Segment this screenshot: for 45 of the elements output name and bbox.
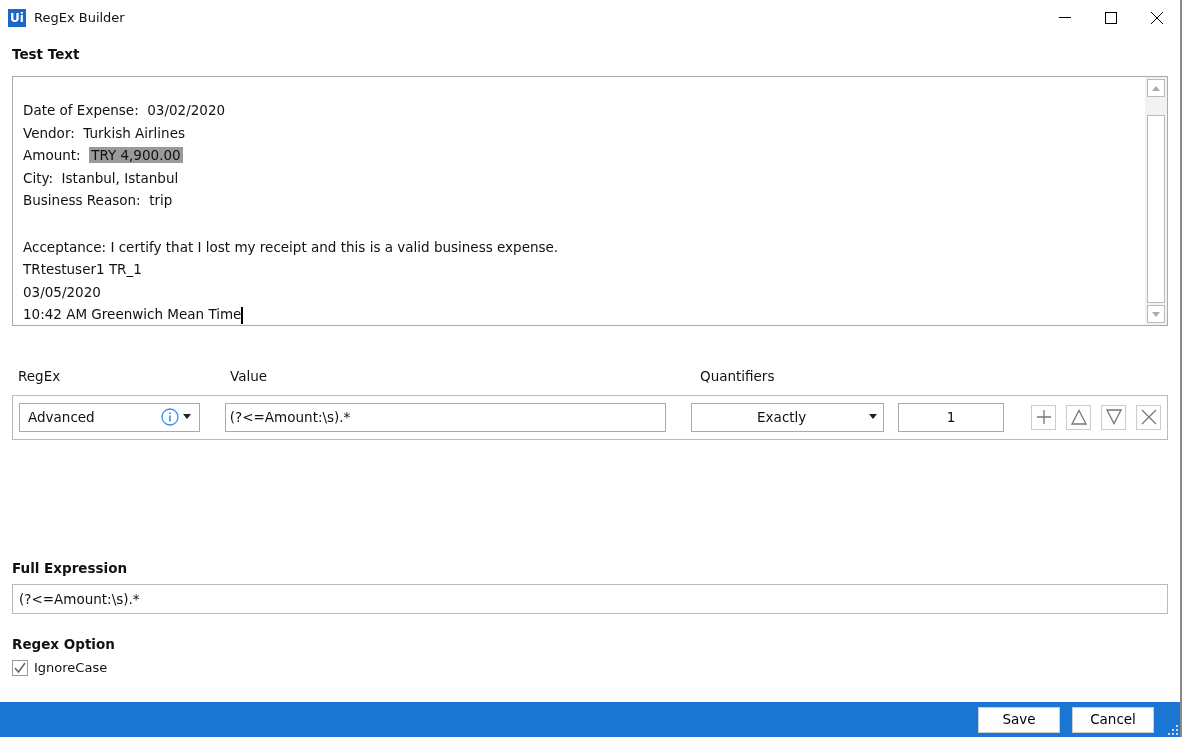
triangle-up-icon	[1070, 409, 1087, 425]
count-field[interactable]: 1	[898, 402, 1004, 432]
remove-button[interactable]	[1136, 404, 1161, 430]
window-title: RegEx Builder	[34, 9, 125, 28]
move-down-button[interactable]	[1101, 404, 1126, 430]
full-expression-field[interactable]: (?<=Amount:\s).*	[12, 583, 1168, 614]
info-icon[interactable]	[160, 408, 179, 426]
scroll-up-icon	[1152, 85, 1160, 91]
minimize-icon	[1059, 17, 1071, 19]
column-header: RegEx	[18, 368, 61, 385]
text-line: Acceptance: I certify that I lost my receipt and this is a valid business expense.	[23, 237, 560, 257]
text-line: 10:42 AM Greenwich Mean Time	[23, 305, 245, 326]
column-header: Value	[230, 368, 268, 385]
text-line: City: Istanbul, Istanbul	[23, 168, 180, 188]
plus-icon	[1035, 409, 1052, 425]
cancel-button[interactable]: Cancel	[1072, 706, 1154, 733]
test-text-area[interactable]	[12, 76, 1168, 327]
section-label: Full Expression	[12, 558, 129, 578]
close-icon	[1140, 409, 1157, 425]
scrollbar[interactable]	[1145, 77, 1167, 326]
text-line: Vendor: Turkish Airlines	[23, 123, 186, 143]
text-line: Amount: TRY 4,900.00	[23, 146, 184, 166]
triangle-down-icon	[1105, 409, 1122, 425]
save-button[interactable]: Save	[978, 706, 1060, 733]
column-header: Quantifiers	[700, 368, 775, 385]
value-field[interactable]: (?<=Amount:\s).*	[224, 402, 667, 432]
text-line: TRtestuser1 TR_1	[23, 260, 143, 280]
quantifier-dropdown[interactable]: Exactly	[691, 402, 885, 432]
move-up-button[interactable]	[1066, 404, 1091, 430]
checkbox-label[interactable]: IgnoreCase	[34, 658, 108, 678]
check-icon	[14, 661, 26, 674]
section-label: Regex Option	[12, 634, 116, 654]
add-button[interactable]	[1031, 404, 1056, 430]
caret-icon	[867, 414, 880, 420]
text-line: 03/05/2020	[23, 282, 102, 302]
checkbox[interactable]	[12, 659, 28, 676]
maximize-icon	[1105, 12, 1117, 24]
text-line: Date of Expense: 03/02/2020	[23, 101, 227, 121]
scroll-down-icon	[1152, 311, 1160, 317]
app-logo: Ui	[8, 9, 26, 27]
close-icon	[1151, 12, 1163, 24]
regex-type-dropdown[interactable]: Advanced	[19, 402, 200, 432]
section-label: Test Text	[12, 45, 81, 64]
resize-grip-icon[interactable]	[1168, 725, 1178, 735]
text-line: Business Reason: trip	[23, 191, 174, 211]
